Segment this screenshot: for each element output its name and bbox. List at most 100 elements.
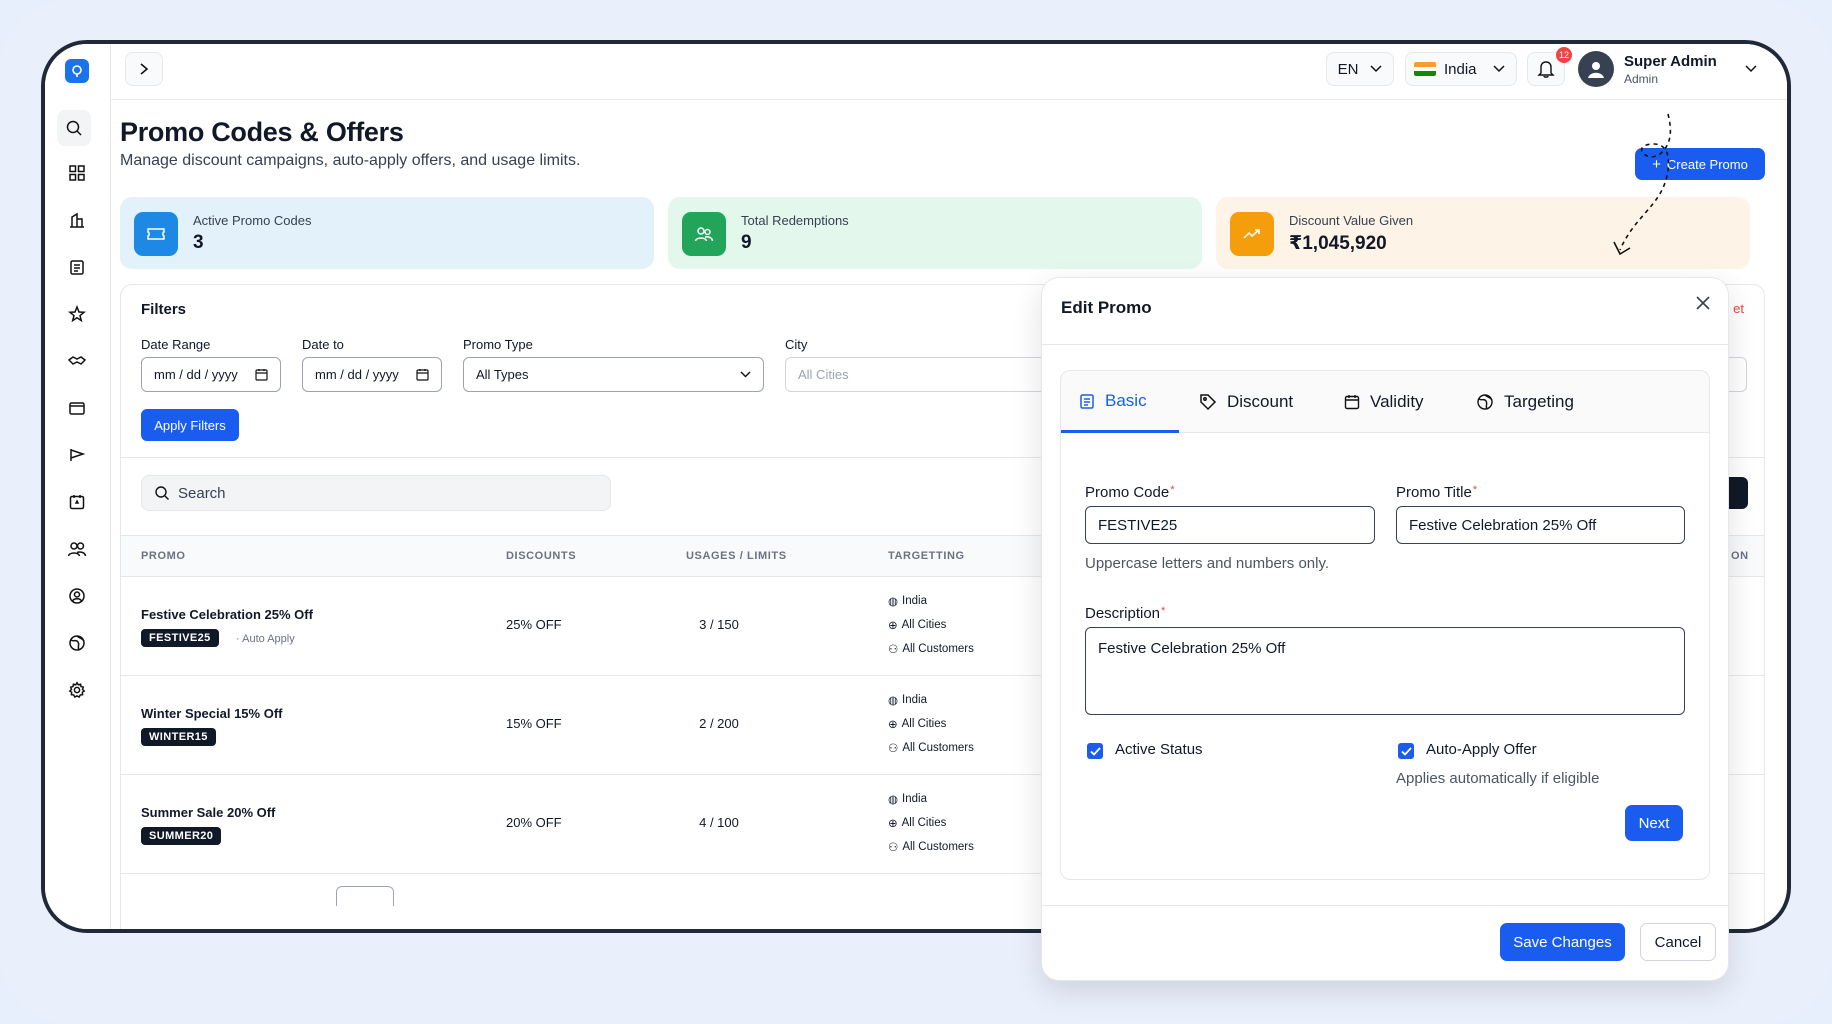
calendar-icon <box>416 369 429 381</box>
promo-title-label-text: Promo Title <box>1396 484 1472 501</box>
column-header-targeting: TARGETTING <box>888 550 965 562</box>
sidebar-search-icon[interactable] <box>57 110 91 146</box>
handshake-icon[interactable] <box>64 348 90 374</box>
user-name: Super Admin <box>1624 52 1717 70</box>
target-country-text: India <box>902 793 927 805</box>
description-value: Festive Celebration 25% Off <box>1098 640 1286 657</box>
app-logo-icon[interactable] <box>65 59 89 83</box>
modal-tabs: Basic Discount Validity Targeting <box>1061 371 1709 433</box>
tab-discount-label: Discount <box>1227 392 1294 411</box>
promo-code-value: FESTIVE25 <box>1098 516 1178 534</box>
sidebar <box>45 44 111 929</box>
star-icon[interactable] <box>64 301 90 327</box>
discount-value: 25% OFF <box>506 617 562 632</box>
language-select[interactable]: EN <box>1326 52 1394 86</box>
date-to-input[interactable]: mm / dd / yyyy <box>302 357 442 392</box>
required-marker: * <box>1161 605 1166 617</box>
promo-title: Festive Celebration 25% Off <box>141 607 313 622</box>
promo-code-badge: SUMMER20 <box>141 827 222 845</box>
date-to-label: Date to <box>302 337 344 352</box>
pagination-control[interactable] <box>336 886 394 906</box>
user-icon: ⚇ <box>888 743 899 755</box>
next-button[interactable]: Next <box>1625 805 1683 841</box>
user-role: Admin <box>1624 71 1659 86</box>
date-placeholder: mm / dd / yyyy <box>315 367 399 382</box>
tab-validity[interactable]: Validity <box>1344 371 1424 433</box>
promo-code-field[interactable]: FESTIVE25 <box>1085 506 1375 544</box>
promo-title-field[interactable]: Festive Celebration 25% Off <box>1396 506 1685 544</box>
active-status-checkbox[interactable] <box>1087 743 1103 759</box>
language-value: EN <box>1337 60 1359 78</box>
usage-value: 2 / 200 <box>699 716 739 731</box>
country-select[interactable]: India <box>1405 52 1517 86</box>
globe-icon <box>1477 394 1493 410</box>
avatar <box>1578 51 1614 87</box>
bell-icon <box>1537 61 1555 78</box>
description-field[interactable]: Festive Celebration 25% Off <box>1085 627 1685 715</box>
notifications-button[interactable]: 12 <box>1527 47 1572 86</box>
globe-icon: ◍ <box>888 596 899 608</box>
export-button[interactable] <box>1726 477 1748 509</box>
india-flag-icon <box>1414 62 1436 76</box>
search-input[interactable]: Search <box>141 475 611 511</box>
divider <box>1042 905 1728 906</box>
user-icon: ⚇ <box>888 842 899 854</box>
promo-code-badge: WINTER15 <box>141 728 216 746</box>
target-cities-text: All Cities <box>901 817 947 829</box>
apply-filters-button[interactable]: Apply Filters <box>141 409 239 441</box>
chevron-right-icon <box>140 63 149 75</box>
expand-sidebar-button[interactable] <box>125 52 163 86</box>
wallet-icon[interactable] <box>64 395 90 421</box>
megaphone-icon[interactable] <box>64 442 90 468</box>
page-subtitle: Manage discount campaigns, auto-apply of… <box>120 152 581 169</box>
target-customers-text: All Customers <box>902 643 974 655</box>
modal-form-card: Basic Discount Validity Targeting Promo … <box>1060 370 1710 880</box>
target-cities: ⊕ All Cities <box>888 618 946 632</box>
column-header-promo: PROMO <box>141 550 186 562</box>
edit-promo-modal: Edit Promo Basic Discount Validity Targe… <box>1041 277 1729 981</box>
target-country-text: India <box>902 694 927 706</box>
cancel-button[interactable]: Cancel <box>1640 923 1716 961</box>
target-country: ◍ India <box>888 594 927 608</box>
required-marker: * <box>1170 484 1175 496</box>
settings-gear-icon[interactable] <box>64 677 90 703</box>
close-icon[interactable] <box>1692 292 1714 314</box>
annotation-arrow <box>1613 113 1672 256</box>
globe-icon[interactable] <box>64 630 90 656</box>
save-changes-button[interactable]: Save Changes <box>1500 923 1625 961</box>
promo-title-value: Festive Celebration 25% Off <box>1409 516 1597 534</box>
promo-type-select[interactable]: All Types <box>463 357 764 392</box>
date-range-input[interactable]: mm / dd / yyyy <box>141 357 281 392</box>
calendar-star-icon[interactable] <box>64 489 90 515</box>
auto-apply-label: Auto-Apply Offer <box>1426 741 1537 758</box>
reset-link[interactable]: et <box>1733 301 1744 316</box>
divider <box>1042 344 1728 345</box>
filters-title: Filters <box>141 301 187 318</box>
stat-label: Active Promo Codes <box>193 213 312 228</box>
usage-value: 4 / 100 <box>699 815 739 830</box>
promo-code-label-text: Promo Code <box>1085 484 1170 501</box>
chevron-down-icon <box>740 371 751 378</box>
building-icon[interactable] <box>64 207 90 233</box>
tab-basic[interactable]: Basic <box>1061 371 1179 433</box>
target-customers: ⚇ All Customers <box>888 741 974 755</box>
usage-value: 3 / 150 <box>699 617 739 632</box>
tab-discount[interactable]: Discount <box>1199 371 1293 433</box>
clipboard-icon[interactable] <box>64 254 90 280</box>
user-menu[interactable]: Super Admin Admin <box>1578 48 1758 90</box>
date-range-label: Date Range <box>141 337 211 352</box>
search-icon <box>155 486 169 500</box>
user-icon: ⚇ <box>888 644 899 656</box>
top-bar: EN India 12 Super Admin Admin <box>111 44 1787 100</box>
tab-basic-label: Basic <box>1105 390 1147 410</box>
tab-targeting[interactable]: Targeting <box>1476 371 1574 433</box>
city-placeholder: All Cities <box>798 367 849 382</box>
user-circle-icon[interactable] <box>64 583 90 609</box>
stat-card-redemptions: Total Redemptions 9 <box>668 197 1202 269</box>
chevron-down-icon <box>1370 65 1382 73</box>
dashboard-grid-icon[interactable] <box>64 160 90 186</box>
stat-card-active-codes: Active Promo Codes 3 <box>120 197 654 269</box>
users-icon[interactable] <box>64 536 90 562</box>
promo-title: Summer Sale 20% Off <box>141 805 276 820</box>
auto-apply-checkbox[interactable] <box>1398 743 1414 759</box>
